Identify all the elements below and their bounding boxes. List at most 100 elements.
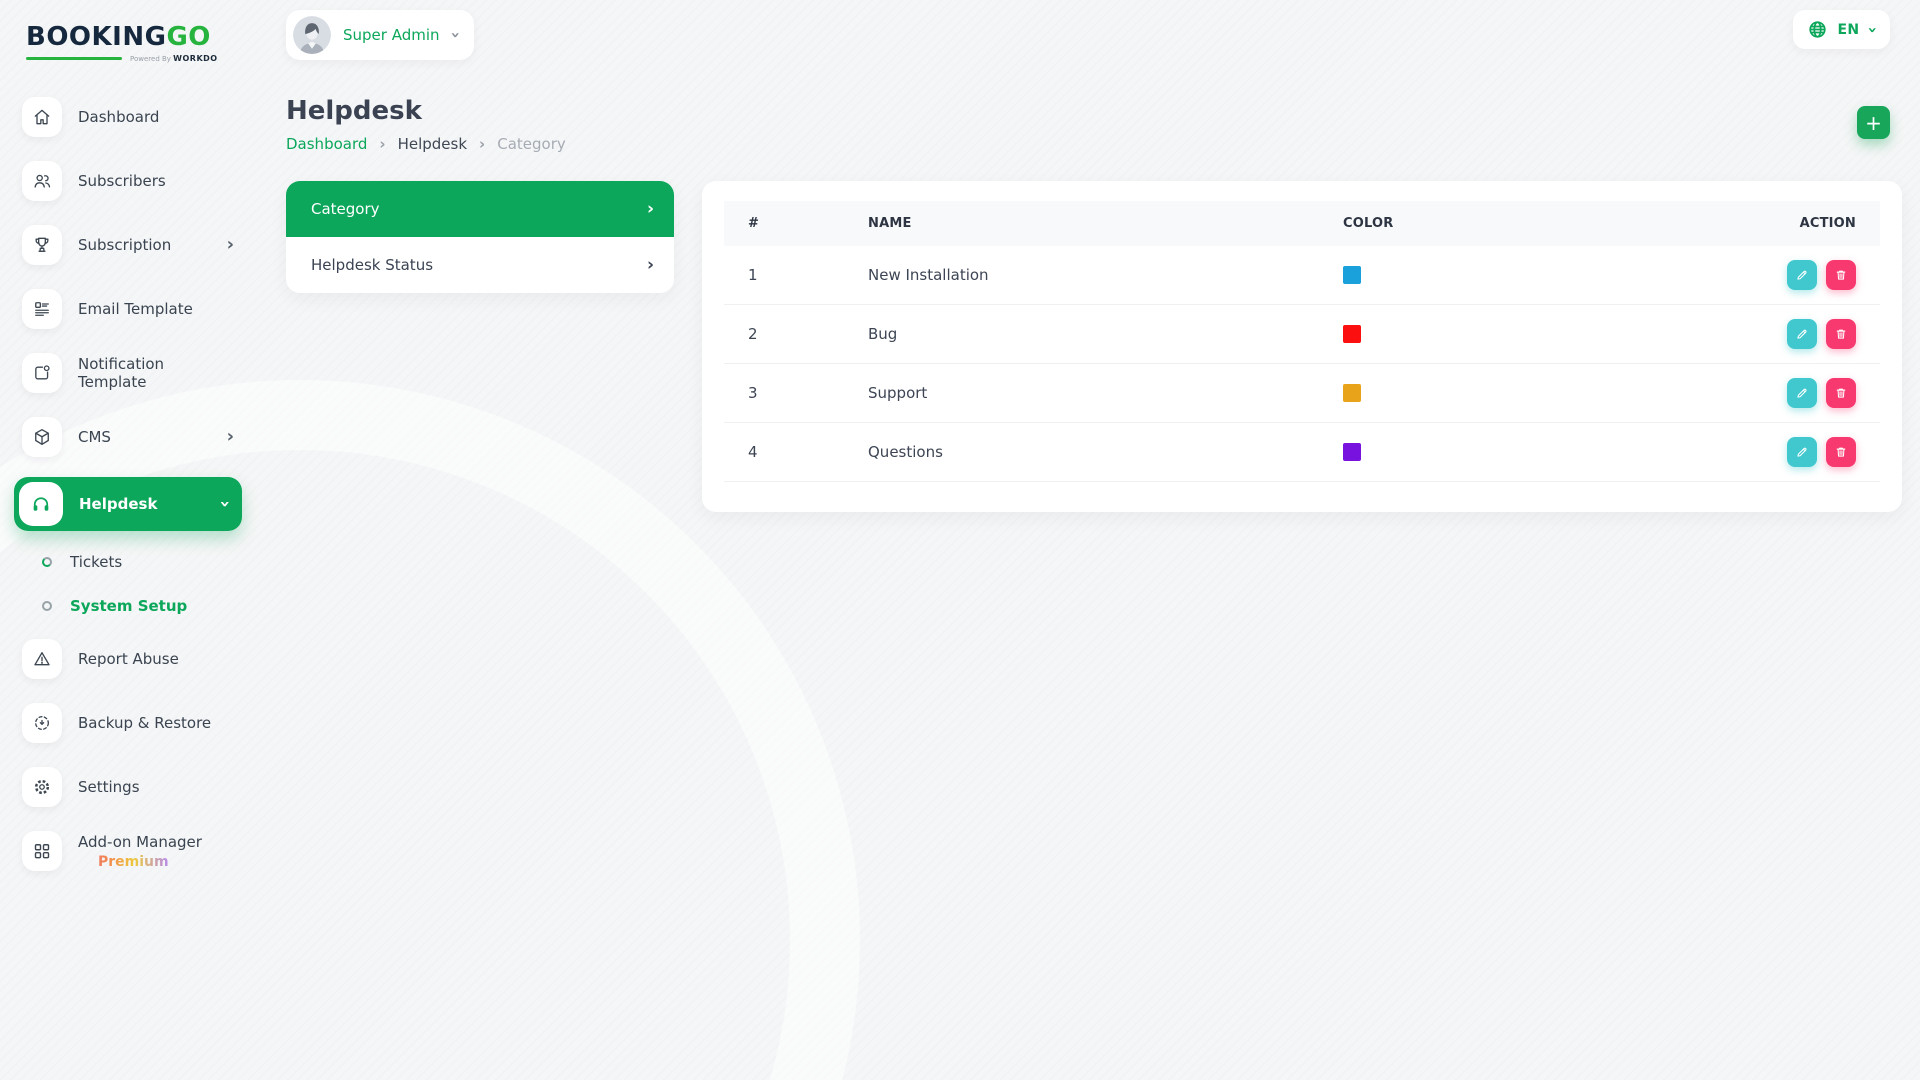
brand-logo[interactable]: BOOKINGGO Powered By WORKDO [26,22,191,63]
delete-button[interactable] [1826,319,1856,349]
logo-underline [26,57,122,60]
submenu-item-helpdesk-status[interactable]: Helpdesk Status › [286,237,674,293]
category-table: # NAME COLOR ACTION 1 New Installation [724,201,1880,482]
delete-button[interactable] [1826,437,1856,467]
cell-name: Bug [844,305,1319,364]
edit-button[interactable] [1787,437,1817,467]
sidebar-item-report-abuse[interactable]: Report Abuse [14,635,242,683]
breadcrumb-category: Category [497,135,566,153]
sidebar-item-label: Email Template [78,300,193,318]
breadcrumb: Dashboard › Helpdesk › Category [286,135,1902,153]
edit-button[interactable] [1787,319,1817,349]
chevron-right-icon: › [647,255,654,275]
chevron-right-icon: › [227,428,234,446]
sidebar-subitem-system-setup[interactable]: System Setup [14,591,242,621]
sidebar-item-dashboard[interactable]: Dashboard [14,93,242,141]
submenu-item-category[interactable]: Category › [286,181,674,237]
sidebar-item-label: Notification Template [78,355,234,391]
column-header-action: ACTION [1695,201,1880,246]
breadcrumb-separator: › [479,135,485,153]
trophy-icon [22,225,62,265]
sidebar-item-helpdesk[interactable]: Helpdesk › [14,477,242,531]
powered-by-brand: WORKDO [173,54,217,63]
notification-icon [22,353,62,393]
sidebar-item-label: Report Abuse [78,650,179,668]
sidebar-item-label: CMS [78,428,111,446]
cell-index: 4 [724,423,844,482]
brand-name-primary: BOOKING [26,22,166,52]
sidebar-item-cms[interactable]: CMS › [14,413,242,461]
sidebar-item-label: Dashboard [78,108,159,126]
home-icon [22,97,62,137]
submenu-item-label: Helpdesk Status [311,256,433,274]
powered-by-label: Powered By [130,55,171,63]
color-swatch [1343,443,1361,461]
language-code: EN [1838,22,1860,38]
sidebar-subitem-label: System Setup [70,597,187,615]
system-setup-submenu: Category › Helpdesk Status › [286,181,674,293]
users-icon [22,161,62,201]
sidebar-item-subscription[interactable]: Subscription › [14,221,242,269]
avatar [293,16,331,54]
cell-name: Questions [844,423,1319,482]
headset-icon [19,482,63,526]
globe-icon [1807,19,1828,40]
sidebar-item-label: Add-on Manager [78,833,202,851]
topbar: Super Admin › EN › [286,10,1902,60]
main-content: Super Admin › EN › Helpdesk Dashboard › … [256,0,1920,512]
cell-name: New Installation [844,246,1319,305]
user-menu-button[interactable]: Super Admin › [286,10,474,60]
brand-name-accent: GO [166,22,210,52]
cell-index: 3 [724,364,844,423]
breadcrumb-helpdesk[interactable]: Helpdesk [398,135,467,153]
brand-name: BOOKINGGO [26,22,191,52]
language-selector[interactable]: EN › [1793,10,1890,49]
page-header: Helpdesk Dashboard › Helpdesk › Category… [286,96,1902,153]
cell-index: 2 [724,305,844,364]
table-row: 2 Bug [724,305,1880,364]
sidebar-subitem-label: Tickets [70,553,122,571]
sidebar-item-notification-template[interactable]: Notification Template [14,349,242,397]
package-icon [22,417,62,457]
breadcrumb-dashboard[interactable]: Dashboard [286,135,367,153]
edit-button[interactable] [1787,260,1817,290]
column-header-index: # [724,201,844,246]
submenu-item-label: Category [311,200,380,218]
color-swatch [1343,384,1361,402]
user-name: Super Admin [343,26,440,44]
add-category-button[interactable]: + [1857,106,1890,139]
sidebar-item-backup-restore[interactable]: Backup & Restore [14,699,242,747]
sidebar-item-label: Helpdesk [79,495,157,513]
content-area: Category › Helpdesk Status › # NAME COLO… [286,181,1902,512]
chevron-down-icon: › [215,500,233,507]
grid-icon [22,831,62,871]
sidebar-item-addon-manager[interactable]: Add-on Manager Premium [14,827,242,875]
cell-index: 1 [724,246,844,305]
premium-badge: Premium [78,854,169,870]
sidebar-item-subscribers[interactable]: Subscribers [14,157,242,205]
sidebar-item-email-template[interactable]: Email Template [14,285,242,333]
table-row: 4 Questions [724,423,1880,482]
delete-button[interactable] [1826,378,1856,408]
column-header-color: COLOR [1319,201,1695,246]
delete-button[interactable] [1826,260,1856,290]
sidebar: BOOKINGGO Powered By WORKDO Dashboard Su… [0,0,256,1080]
edit-button[interactable] [1787,378,1817,408]
sidebar-nav: Dashboard Subscribers Subscription › Ema… [14,93,242,891]
sidebar-item-label: Settings [78,778,140,796]
alert-triangle-icon [22,639,62,679]
chevron-down-icon: › [447,32,463,39]
sidebar-item-label: Backup & Restore [78,714,211,732]
column-header-name: NAME [844,201,1319,246]
table-row: 1 New Installation [724,246,1880,305]
sidebar-item-label: Subscription [78,236,171,254]
page-title: Helpdesk [286,96,1902,126]
template-icon [22,289,62,329]
table-row: 3 Support [724,364,1880,423]
sidebar-item-settings[interactable]: Settings [14,763,242,811]
cell-name: Support [844,364,1319,423]
sidebar-subitem-tickets[interactable]: Tickets [14,547,242,577]
powered-by: Powered By WORKDO [130,54,218,63]
gear-icon [22,767,62,807]
category-table-card: # NAME COLOR ACTION 1 New Installation [702,181,1902,512]
